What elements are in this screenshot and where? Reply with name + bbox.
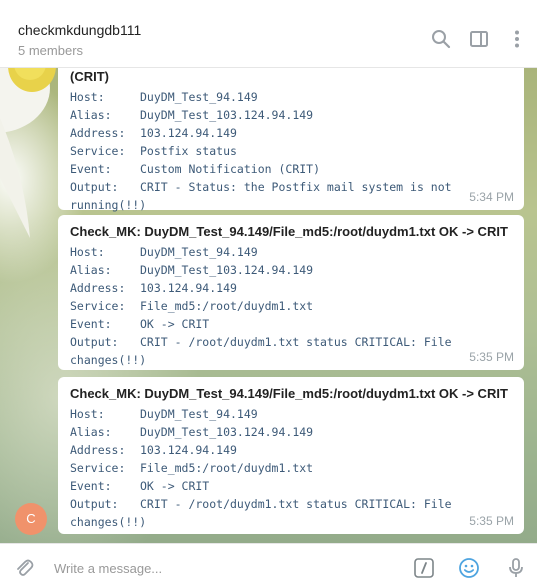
attach-icon[interactable] [13, 557, 35, 579]
message-line: changes(!!) [70, 353, 147, 367]
chat-title[interactable]: checkmkdungdb111 [18, 22, 141, 38]
message-title: (CRIT) [70, 69, 109, 84]
sidebar-toggle-icon[interactable] [468, 28, 490, 50]
message-line: Service: File_md5:/root/duydm1.txt [70, 461, 314, 475]
message-line: changes(!!) [70, 515, 147, 529]
message-composer: Write a message... [0, 543, 537, 587]
more-vertical-icon[interactable] [506, 28, 528, 50]
message-line: Event: OK -> CRIT [70, 479, 210, 493]
search-icon[interactable] [430, 28, 452, 50]
message-line: Output: CRIT - Status: the Postfix mail s… [70, 180, 452, 194]
message-line: Alias: DuyDM_Test_103.124.94.149 [70, 263, 314, 277]
avatar[interactable]: C [15, 503, 47, 535]
message-line: Address: 103.124.94.149 [70, 126, 237, 140]
message-time: 5:35 PM [469, 514, 514, 528]
message-line: Host: DuyDM_Test_94.149 [70, 245, 258, 259]
message-title: Check_MK: DuyDM_Test_94.149/File_md5:/ro… [70, 386, 508, 401]
message-line: Service: File_md5:/root/duydm1.txt [70, 299, 314, 313]
message-line: running(!!) [70, 198, 147, 212]
microphone-icon[interactable] [505, 557, 527, 579]
message-line: Output: CRIT - /root/duydm1.txt status CR… [70, 497, 452, 511]
message-time: 5:34 PM [469, 190, 514, 204]
message-line: Event: OK -> CRIT [70, 317, 210, 331]
message-line: Host: DuyDM_Test_94.149 [70, 90, 258, 104]
message-line: Host: DuyDM_Test_94.149 [70, 407, 258, 421]
message-line: Address: 103.124.94.149 [70, 443, 237, 457]
message-bubble[interactable]: Check_MK: DuyDM_Test_94.149/File_md5:/ro… [58, 215, 524, 370]
message-bubble[interactable]: Check_MK: DuyDM_Test_94.149/File_md5:/ro… [58, 377, 524, 534]
message-line: Address: 103.124.94.149 [70, 281, 237, 295]
message-time: 5:35 PM [469, 350, 514, 364]
emoji-icon[interactable] [458, 557, 480, 579]
message-line: Alias: DuyDM_Test_103.124.94.149 [70, 425, 314, 439]
message-list[interactable]: (CRIT) Host: DuyDM_Test_94.149 Alias: DuyD… [0, 68, 537, 543]
member-count[interactable]: 5 members [18, 43, 83, 58]
message-line: Output: CRIT - /root/duydm1.txt status CR… [70, 335, 452, 349]
message-input[interactable]: Write a message... [54, 561, 162, 576]
message-line: Event: Custom Notification (CRIT) [70, 162, 321, 176]
command-icon[interactable] [413, 557, 435, 579]
message-line: Service: Postfix status [70, 144, 237, 158]
chat-header: checkmkdungdb111 5 members [0, 0, 537, 68]
message-bubble[interactable]: (CRIT) Host: DuyDM_Test_94.149 Alias: DuyD… [58, 68, 524, 212]
message-line: Alias: DuyDM_Test_103.124.94.149 [70, 108, 314, 122]
message-title: Check_MK: DuyDM_Test_94.149/File_md5:/ro… [70, 224, 508, 239]
